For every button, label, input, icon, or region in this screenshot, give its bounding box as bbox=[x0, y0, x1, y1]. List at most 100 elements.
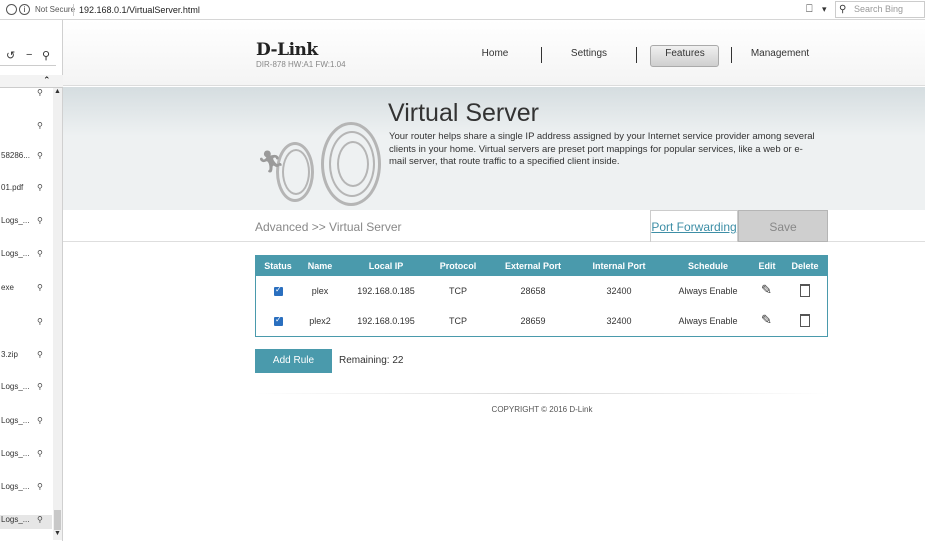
scrollbar[interactable]: ▲ ▼ bbox=[53, 88, 62, 540]
search-icon[interactable]: ⚲ bbox=[37, 183, 43, 192]
bookmark-icon[interactable]: ⎕ bbox=[806, 3, 813, 16]
search-icon[interactable]: ⚲ bbox=[37, 317, 43, 326]
download-item[interactable]: Logs_... ⚲ bbox=[0, 216, 52, 230]
save-button[interactable]: Save bbox=[738, 210, 828, 242]
search-icon[interactable]: ⚲ bbox=[37, 416, 43, 425]
url-field[interactable]: 192.168.0.1/VirtualServer.html bbox=[79, 5, 200, 15]
cell-external-port: 28659 bbox=[520, 316, 546, 326]
download-item-label: 01.pdf bbox=[1, 183, 24, 192]
download-item[interactable]: exe ⚲ bbox=[0, 283, 52, 297]
download-item[interactable]: Logs_... ⚲ bbox=[0, 515, 52, 529]
search-icon[interactable]: ⚲ bbox=[37, 249, 43, 258]
download-item[interactable]: ⚲ bbox=[0, 121, 52, 135]
edit-icon[interactable]: ✎ bbox=[761, 312, 772, 328]
search-icon[interactable]: ⚲ bbox=[37, 382, 43, 391]
download-item-label: 58286... bbox=[1, 151, 30, 160]
search-icon: ⚲ bbox=[839, 4, 847, 15]
nav-separator bbox=[541, 47, 542, 63]
download-item-label: exe bbox=[1, 283, 14, 292]
download-item[interactable]: Logs_... ⚲ bbox=[0, 482, 52, 496]
download-item[interactable]: ⚲ bbox=[0, 317, 52, 331]
download-item[interactable]: Logs_... ⚲ bbox=[0, 382, 52, 396]
status-checkbox[interactable] bbox=[274, 315, 283, 326]
footer-divider bbox=[255, 393, 828, 394]
nav-home[interactable]: Home bbox=[480, 48, 510, 59]
fan-graphic bbox=[282, 149, 310, 195]
search-input[interactable]: ⚲ Search Bing bbox=[835, 1, 925, 18]
col-edit: Edit bbox=[758, 261, 776, 271]
nav-settings[interactable]: Settings bbox=[567, 48, 611, 59]
search-icon[interactable]: ⚲ bbox=[37, 350, 43, 359]
remaining-count: Remaining: 22 bbox=[339, 355, 404, 366]
port-forwarding-link[interactable]: Port Forwarding bbox=[650, 210, 738, 242]
download-item[interactable]: ⚲ bbox=[0, 88, 52, 102]
edit-icon[interactable]: ✎ bbox=[761, 282, 772, 298]
table-header: Status Name Local IP Protocol External P… bbox=[256, 256, 827, 276]
status-checkbox[interactable] bbox=[274, 285, 283, 296]
delete-icon[interactable] bbox=[800, 314, 810, 327]
search-icon[interactable]: ⚲ bbox=[37, 283, 43, 292]
downloads-header: ⌃ bbox=[0, 75, 63, 88]
cell-protocol: TCP bbox=[449, 286, 467, 296]
search-icon[interactable]: ⚲ bbox=[37, 482, 43, 491]
breadcrumb: Advanced >> Virtual Server bbox=[255, 220, 402, 234]
search-icon[interactable]: ⚲ bbox=[37, 515, 43, 524]
cell-external-port: 28658 bbox=[520, 286, 546, 296]
divider bbox=[73, 4, 74, 16]
downloads-panel: ↺ − ⚲ ⌃ ⚲ ⚲ 58286... ⚲ 01.pdf ⚲ Logs_... ⚲ Logs_… bbox=[0, 20, 63, 541]
search-icon[interactable]: ⚲ bbox=[37, 121, 43, 130]
col-external-port: External Port bbox=[504, 261, 562, 271]
download-item[interactable]: Logs_... ⚲ bbox=[0, 449, 52, 463]
download-item[interactable]: Logs_... ⚲ bbox=[0, 249, 52, 263]
cell-local-ip: 192.168.0.185 bbox=[357, 286, 415, 296]
download-item[interactable]: 01.pdf ⚲ bbox=[0, 183, 52, 197]
copyright: COPYRIGHT © 2016 D-Link bbox=[491, 405, 593, 414]
download-item[interactable]: 58286... ⚲ bbox=[0, 151, 52, 165]
col-internal-port: Internal Port bbox=[592, 261, 646, 271]
cell-local-ip: 192.168.0.195 bbox=[357, 316, 415, 326]
info-icon[interactable]: i bbox=[19, 4, 30, 15]
cell-name: plex bbox=[311, 286, 329, 296]
pin-icon[interactable]: ⚲ bbox=[42, 49, 50, 62]
scroll-down-icon[interactable]: ▼ bbox=[54, 530, 61, 537]
chevron-down-icon[interactable]: ▾ bbox=[822, 4, 827, 15]
reload-icon[interactable] bbox=[6, 4, 17, 15]
top-navigation: D-Link DIR-878 HW:A1 FW:1.04 Home Settin… bbox=[63, 20, 925, 86]
search-icon[interactable]: ⚲ bbox=[37, 449, 43, 458]
download-item-label: Logs_... bbox=[1, 382, 30, 391]
download-item[interactable]: Logs_... ⚲ bbox=[0, 416, 52, 430]
col-protocol: Protocol bbox=[439, 261, 477, 271]
download-item[interactable]: 3.zip ⚲ bbox=[0, 350, 52, 364]
table-row: plex2 192.168.0.195 TCP 28659 32400 Always En… bbox=[256, 306, 827, 336]
col-status: Status bbox=[264, 261, 292, 271]
page-description: Your router helps share a single IP addr… bbox=[389, 131, 815, 167]
cell-name: plex2 bbox=[309, 316, 331, 326]
undo-icon[interactable]: ↺ bbox=[6, 49, 15, 62]
page-title: Virtual Server bbox=[388, 99, 539, 127]
runner-icon: 🏃︎ bbox=[257, 149, 285, 174]
download-item-label: Logs_... bbox=[1, 449, 30, 458]
browser-address-bar: i Not Secure 192.168.0.1/VirtualServer.h… bbox=[0, 0, 925, 20]
col-local-ip: Local IP bbox=[368, 261, 404, 271]
nav-separator bbox=[636, 47, 637, 63]
table-row: plex 192.168.0.185 TCP 28658 32400 Always Ena… bbox=[256, 276, 827, 306]
cell-schedule: Always Enable bbox=[678, 316, 738, 326]
download-item-label: Logs_... bbox=[1, 515, 30, 524]
dlink-logo[interactable]: D-Link bbox=[256, 40, 318, 60]
scroll-thumb[interactable] bbox=[54, 510, 61, 530]
chevron-up-icon[interactable]: ⌃ bbox=[43, 75, 51, 86]
downloads-toolbar: ↺ − ⚲ bbox=[0, 46, 56, 66]
nav-separator bbox=[731, 47, 732, 63]
router-page: D-Link DIR-878 HW:A1 FW:1.04 Home Settin… bbox=[63, 20, 925, 541]
nav-management[interactable]: Management bbox=[749, 48, 811, 59]
search-icon[interactable]: ⚲ bbox=[37, 88, 43, 97]
scroll-up-icon[interactable]: ▲ bbox=[54, 88, 61, 95]
delete-icon[interactable] bbox=[800, 284, 810, 297]
minus-icon[interactable]: − bbox=[26, 49, 32, 61]
nav-features[interactable]: Features bbox=[661, 48, 709, 59]
search-icon[interactable]: ⚲ bbox=[37, 151, 43, 160]
download-item-label: Logs_... bbox=[1, 482, 30, 491]
search-icon[interactable]: ⚲ bbox=[37, 216, 43, 225]
fan-graphic bbox=[337, 141, 369, 187]
add-rule-button[interactable]: Add Rule bbox=[255, 349, 332, 373]
